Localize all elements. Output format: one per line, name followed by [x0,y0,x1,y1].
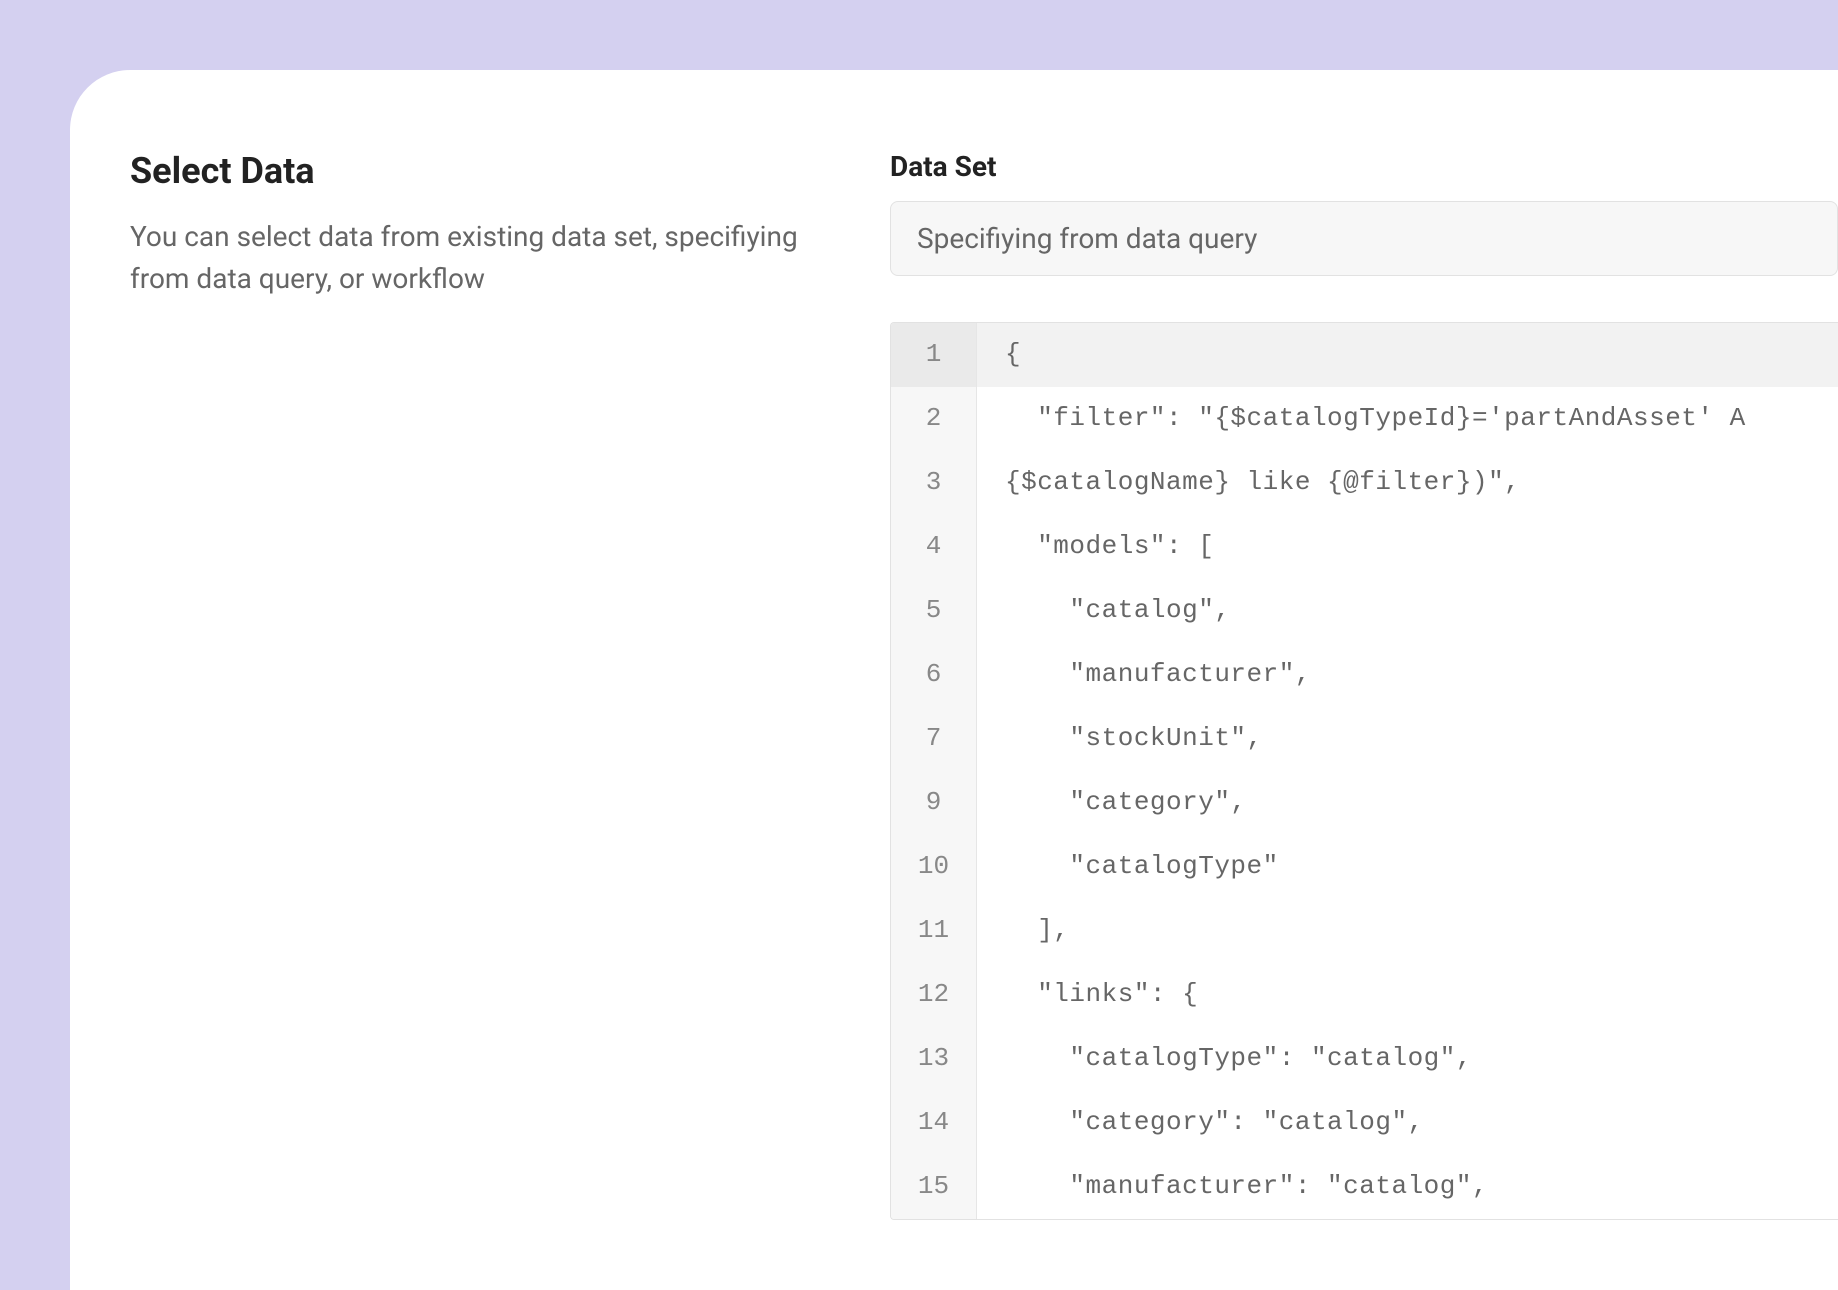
code-line[interactable]: 4 "models": [ [891,515,1838,579]
code-line[interactable]: 6 "manufacturer", [891,643,1838,707]
code-line[interactable]: 12 "links": { [891,963,1838,1027]
line-number: 14 [891,1091,977,1155]
section-title: Select Data [130,150,810,192]
line-number: 2 [891,387,977,451]
line-content[interactable]: {$catalogName} like {@filter})", [977,451,1838,515]
line-number: 3 [891,451,977,515]
line-number: 6 [891,643,977,707]
line-number: 9 [891,771,977,835]
section-description: You can select data from existing data s… [130,216,810,300]
line-number: 12 [891,963,977,1027]
line-content[interactable]: "manufacturer", [977,643,1838,707]
code-line[interactable]: 7 "stockUnit", [891,707,1838,771]
line-number: 10 [891,835,977,899]
code-line[interactable]: 1{ [891,323,1838,387]
line-number: 13 [891,1027,977,1091]
line-content[interactable]: "category", [977,771,1838,835]
line-number: 1 [891,323,977,387]
line-content[interactable]: { [977,323,1838,387]
code-line[interactable]: 14 "category": "catalog", [891,1091,1838,1155]
line-content[interactable]: "links": { [977,963,1838,1027]
line-number: 11 [891,899,977,963]
line-content[interactable]: "models": [ [977,515,1838,579]
data-set-label: Data Set [890,150,1838,183]
line-number: 4 [891,515,977,579]
line-content[interactable]: "category": "catalog", [977,1091,1838,1155]
code-line[interactable]: 11 ], [891,899,1838,963]
data-set-select[interactable]: Specifiying from data query [890,201,1838,276]
code-editor[interactable]: 1{2 "filter": "{$catalogTypeId}='partAnd… [890,322,1838,1220]
code-line[interactable]: 13 "catalogType": "catalog", [891,1027,1838,1091]
code-line[interactable]: 2 "filter": "{$catalogTypeId}='partAndAs… [891,387,1838,451]
code-line[interactable]: 3{$catalogName} like {@filter})", [891,451,1838,515]
select-data-panel: Select Data You can select data from exi… [70,70,1838,1290]
line-content[interactable]: "catalog", [977,579,1838,643]
line-number: 7 [891,707,977,771]
line-content[interactable]: "catalogType": "catalog", [977,1027,1838,1091]
line-number: 5 [891,579,977,643]
code-line[interactable]: 9 "category", [891,771,1838,835]
right-column: Data Set Specifiying from data query 1{2… [890,150,1838,1290]
line-content[interactable]: "stockUnit", [977,707,1838,771]
line-content[interactable]: "catalogType" [977,835,1838,899]
code-line[interactable]: 15 "manufacturer": "catalog", [891,1155,1838,1219]
code-line[interactable]: 10 "catalogType" [891,835,1838,899]
line-content[interactable]: "filter": "{$catalogTypeId}='partAndAsse… [977,387,1838,451]
line-content[interactable]: ], [977,899,1838,963]
code-line[interactable]: 5 "catalog", [891,579,1838,643]
line-number: 15 [891,1155,977,1219]
line-content[interactable]: "manufacturer": "catalog", [977,1155,1838,1219]
left-column: Select Data You can select data from exi… [130,150,810,1290]
